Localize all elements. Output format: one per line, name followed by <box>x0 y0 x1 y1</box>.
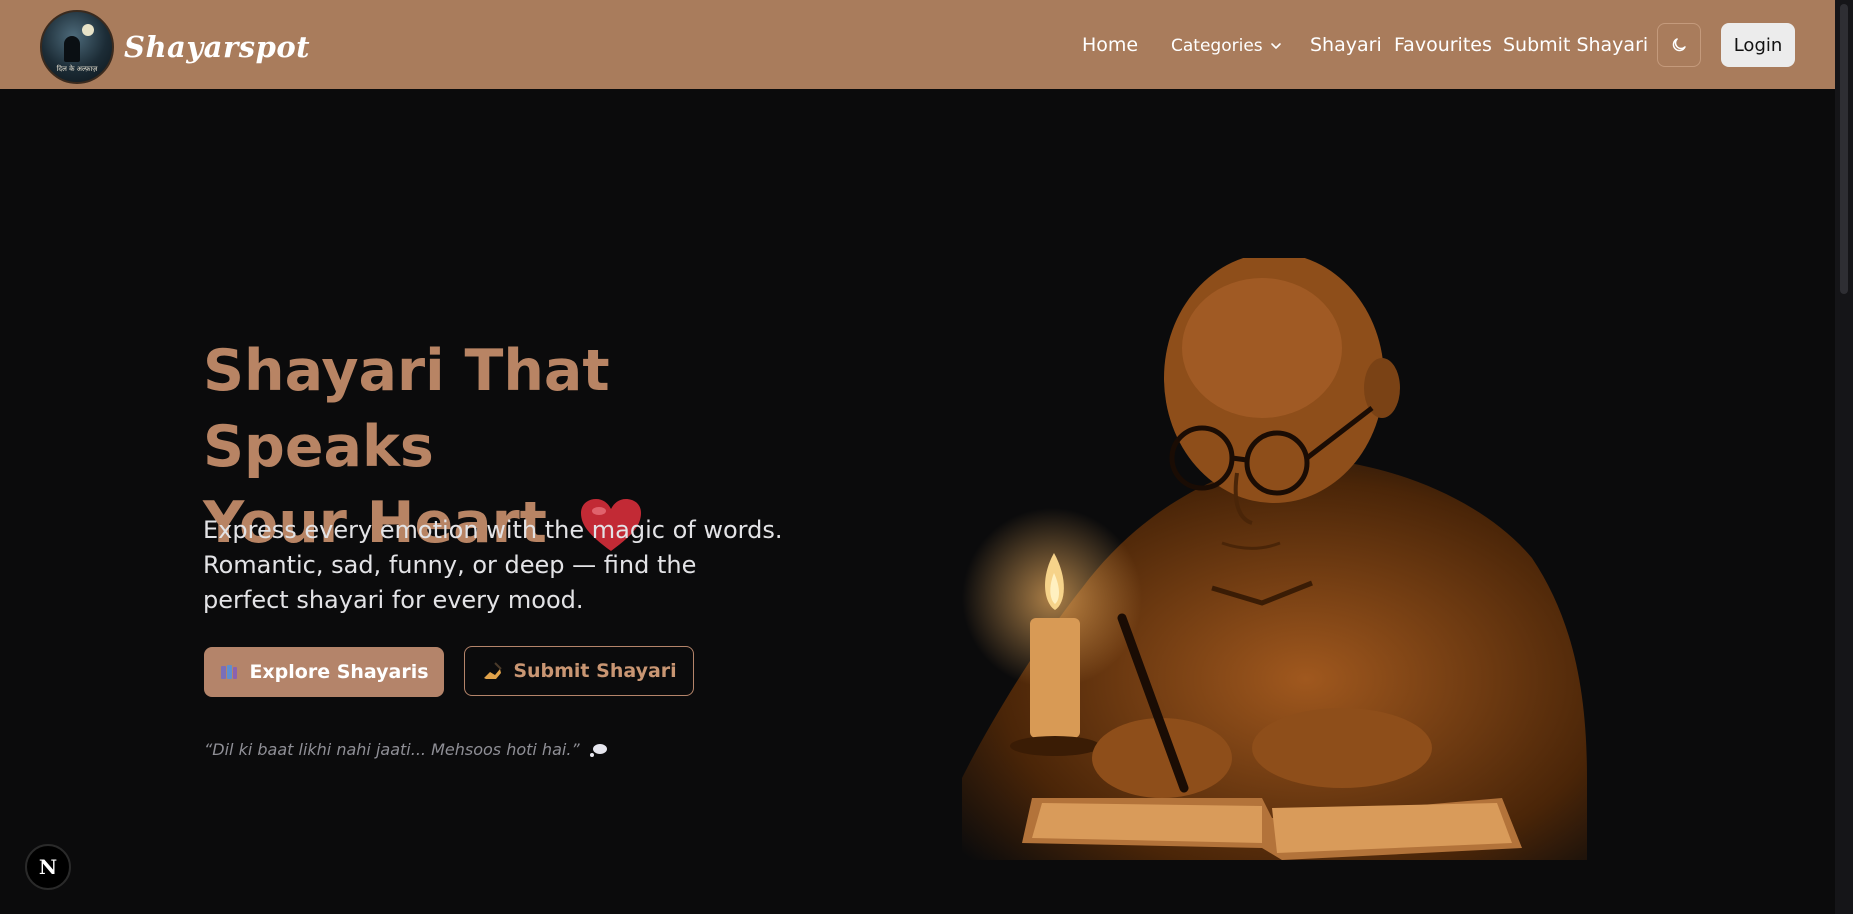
logo-avatar: दिल के अल्फ़ाज़ <box>40 10 114 84</box>
hero-quote: “Dil ki baat likhi nahi jaati... Mehsoos… <box>204 740 608 759</box>
moon-icon <box>1672 38 1686 52</box>
brand-name: Shayarspot <box>124 30 311 64</box>
hero-subtitle: Express every emotion with the magic of … <box>203 516 783 614</box>
navbar: दिल के अल्फ़ाज़ Shayarspot Home Categori… <box>0 0 1835 89</box>
login-button[interactable]: Login <box>1721 23 1795 67</box>
submit-shayari-button[interactable]: Submit Shayari <box>464 646 694 696</box>
writing-hand-icon <box>484 662 503 679</box>
nav-favourites[interactable]: Favourites <box>1394 34 1492 56</box>
nav-shayari[interactable]: Shayari <box>1310 34 1382 56</box>
scrollbar-thumb[interactable] <box>1840 4 1848 294</box>
reader-silhouette <box>64 36 80 62</box>
books-icon <box>221 665 238 679</box>
nav-categories-label: Categories <box>1171 36 1263 56</box>
nav-submit-shayari[interactable]: Submit Shayari <box>1503 34 1648 56</box>
explore-shayaris-label: Explore Shayaris <box>249 661 429 683</box>
chevron-down-icon <box>1270 43 1281 49</box>
theme-toggle-button[interactable] <box>1657 23 1701 67</box>
thought-bubble-icon <box>589 743 607 757</box>
logo-caption: दिल के अल्फ़ाज़ <box>56 65 98 73</box>
explore-shayaris-button[interactable]: Explore Shayaris <box>204 647 444 697</box>
next-js-badge[interactable]: N <box>25 844 71 890</box>
nav-categories-dropdown[interactable]: Categories <box>1171 36 1283 56</box>
hero-quote-text: “Dil ki baat likhi nahi jaati... Mehsoos… <box>204 740 580 759</box>
moon-shape <box>82 24 94 36</box>
nav-home[interactable]: Home <box>1082 34 1138 56</box>
brand-logo-link[interactable]: दिल के अल्फ़ाज़ Shayarspot <box>40 10 310 84</box>
poet-writing-illustration <box>962 258 1587 860</box>
hero-title-line1: Shayari That Speaks <box>203 338 610 480</box>
submit-shayari-label: Submit Shayari <box>513 660 677 682</box>
